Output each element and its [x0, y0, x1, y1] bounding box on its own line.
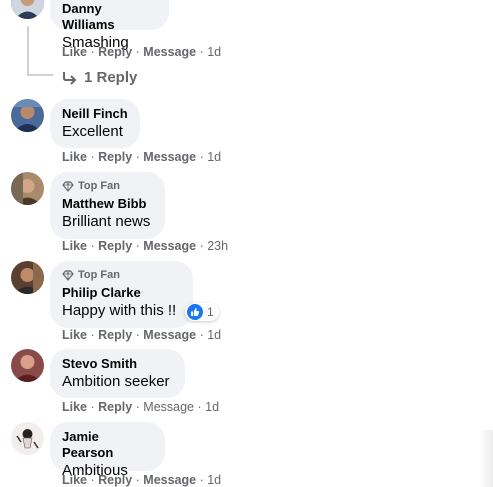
commenter-name[interactable]: Neill Finch: [62, 106, 128, 122]
message-link[interactable]: Message: [143, 239, 196, 253]
like-link[interactable]: Like: [62, 45, 87, 59]
comment-actions: Like · Reply · Message · 1d: [62, 473, 222, 487]
thread-line-horizontal: [27, 74, 53, 76]
comment-text: Brilliant news: [62, 213, 151, 230]
reply-link[interactable]: Reply: [98, 45, 132, 59]
comment-timestamp[interactable]: 1d: [207, 150, 221, 164]
avatar[interactable]: [11, 422, 44, 455]
like-icon: [187, 304, 203, 320]
replies-count-label[interactable]: 1 Reply: [84, 69, 137, 86]
comment-bubble: Neill Finch Excellent: [50, 99, 140, 148]
like-link[interactable]: Like: [62, 239, 87, 253]
avatar[interactable]: [11, 261, 44, 294]
top-fan-badge: Top Fan: [62, 268, 181, 282]
message-link[interactable]: Message: [143, 473, 196, 487]
message-link[interactable]: Message: [143, 45, 196, 59]
reaction-summary[interactable]: 1: [185, 303, 219, 321]
commenter-name[interactable]: Danny Williams: [62, 1, 157, 33]
comment-timestamp[interactable]: 1d: [207, 328, 221, 342]
commenter-name[interactable]: Matthew Bibb: [62, 196, 153, 212]
comment-bubble: Top Fan Matthew Bibb Brilliant news: [50, 172, 165, 239]
diamond-icon: [62, 180, 74, 192]
message-link[interactable]: Message: [143, 328, 196, 342]
comment-text: Ambition seeker: [62, 373, 170, 390]
comment-bubble: Jamie Pearson Ambitious: [50, 422, 165, 479]
reply-link[interactable]: Reply: [98, 328, 132, 342]
view-replies-link[interactable]: 1 Reply: [62, 69, 137, 86]
comment-bubble: Danny Williams Smashing: [50, 0, 169, 51]
diamond-icon: [62, 269, 74, 281]
like-link[interactable]: Like: [62, 150, 87, 164]
commenter-name[interactable]: Jamie Pearson: [62, 429, 153, 461]
reply-link[interactable]: Reply: [98, 150, 132, 164]
comment-timestamp[interactable]: 1d: [207, 45, 221, 59]
top-fan-badge: Top Fan: [62, 179, 153, 193]
comment-actions: Like · Reply · Message · 1d: [62, 328, 222, 342]
like-link[interactable]: Like: [62, 400, 87, 414]
like-link[interactable]: Like: [62, 328, 87, 342]
avatar[interactable]: [11, 172, 44, 205]
comment-actions: Like · Reply · Message · 1d: [62, 45, 222, 59]
avatar[interactable]: [11, 349, 44, 382]
thread-line-vertical: [27, 26, 29, 76]
comment-bubble: Top Fan Philip Clarke Happy with this !!: [50, 261, 193, 328]
comment-actions: Like · Reply · Message · 1d: [62, 400, 220, 414]
comment-text: Happy with this !!: [62, 302, 177, 319]
commenter-name[interactable]: Stevo Smith: [62, 356, 173, 372]
reply-link[interactable]: Reply: [98, 473, 132, 487]
reaction-count: 1: [207, 305, 214, 319]
commenter-name[interactable]: Philip Clarke: [62, 285, 181, 301]
reply-arrow-icon: [63, 71, 77, 85]
message-link[interactable]: Message: [143, 150, 196, 164]
comment-actions: Like · Reply · Message · 1d: [62, 150, 222, 164]
like-link[interactable]: Like: [62, 473, 87, 487]
reply-link[interactable]: Reply: [98, 400, 132, 414]
comment-timestamp[interactable]: 1d: [205, 400, 219, 414]
comment-actions: Like · Reply · Message · 23h: [62, 239, 229, 253]
comment-text: Excellent: [62, 123, 123, 140]
avatar[interactable]: [11, 99, 44, 132]
comment-timestamp[interactable]: 23h: [207, 239, 228, 253]
reply-link[interactable]: Reply: [98, 239, 132, 253]
message-link[interactable]: Message: [143, 400, 194, 414]
top-fan-label: Top Fan: [78, 180, 120, 192]
top-fan-label: Top Fan: [78, 269, 120, 281]
comment-bubble: Stevo Smith Ambition seeker: [50, 349, 185, 398]
avatar[interactable]: [11, 0, 44, 19]
comment-timestamp[interactable]: 1d: [207, 473, 221, 487]
edge-shadow: [479, 430, 493, 487]
